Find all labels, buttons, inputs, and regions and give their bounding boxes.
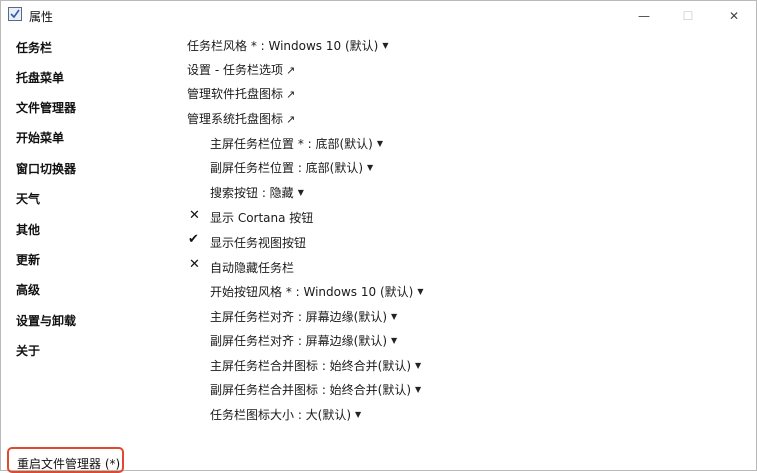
caret-down-icon: ▼	[297, 188, 304, 197]
show-cortana-toggle[interactable]: 显示 Cortana 按钮	[210, 209, 313, 226]
caret-down-icon: ▼	[355, 410, 362, 419]
setting-label: 管理系统托盘图标	[187, 112, 284, 126]
caret-down-icon: ▼	[391, 312, 398, 321]
close-button[interactable]: ✕	[711, 3, 757, 29]
external-link-icon: ↗	[286, 113, 296, 126]
sidebar-item-advanced[interactable]: 高级	[16, 281, 40, 298]
sidebar-item-other[interactable]: 其他	[16, 221, 40, 238]
properties-window: 属性 — ☐ ✕ 任务栏 托盘菜单 文件管理器 开始菜单 窗口切换器 天气 其他…	[0, 0, 757, 473]
caret-down-icon: ▼	[417, 287, 424, 296]
caret-down-icon: ▼	[391, 336, 398, 345]
maximize-button[interactable]: ☐	[665, 3, 711, 29]
setting-label: 主屏任务栏合并图标 : 始终合并(默认)	[210, 359, 412, 373]
restart-file-explorer-button[interactable]: 重启文件管理器 (*)	[7, 447, 124, 473]
primary-taskbar-position-dropdown[interactable]: 主屏任务栏位置 * : 底部(默认) ▼	[210, 135, 383, 152]
setting-label: 搜索按钮 : 隐藏	[210, 186, 294, 200]
setting-label: 主屏任务栏位置 * : 底部(默认)	[210, 137, 373, 151]
taskbar-style-dropdown[interactable]: 任务栏风格 * : Windows 10 (默认) ▼	[187, 37, 388, 54]
secondary-taskbar-position-dropdown[interactable]: 副屏任务栏位置 : 底部(默认) ▼	[210, 159, 373, 176]
start-button-style-dropdown[interactable]: 开始按钮风格 * : Windows 10 (默认) ▼	[210, 283, 423, 300]
secondary-combine-icons-dropdown[interactable]: 副屏任务栏合并图标 : 始终合并(默认) ▼	[210, 381, 421, 398]
search-button-dropdown[interactable]: 搜索按钮 : 隐藏 ▼	[210, 184, 304, 201]
checkmark-icon: ✔	[188, 232, 199, 247]
sidebar-item-file-explorer[interactable]: 文件管理器	[16, 99, 76, 116]
setting-label: 副屏任务栏合并图标 : 始终合并(默认)	[210, 383, 412, 397]
window-title: 属性	[29, 10, 54, 24]
app-icon	[8, 7, 22, 21]
system-tray-icons-link[interactable]: 管理系统托盘图标 ↗	[187, 110, 295, 127]
setting-label: 设置 - 任务栏选项	[187, 63, 283, 77]
title-bar[interactable]: 属性 — ☐ ✕	[1, 1, 757, 31]
caret-down-icon: ▼	[415, 385, 422, 394]
app-tray-icons-link[interactable]: 管理软件托盘图标 ↗	[187, 85, 295, 102]
sidebar-item-about[interactable]: 关于	[16, 342, 40, 359]
cross-mark-icon: ✕	[189, 257, 200, 272]
caret-down-icon: ▼	[415, 361, 422, 370]
setting-label: 开始按钮风格 * : Windows 10 (默认)	[210, 285, 414, 299]
taskbar-icon-size-dropdown[interactable]: 任务栏图标大小 : 大(默认) ▼	[210, 406, 361, 423]
setting-label: 副屏任务栏对齐 : 屏幕边缘(默认)	[210, 334, 388, 348]
caret-down-icon: ▼	[382, 41, 389, 50]
external-link-icon: ↗	[285, 64, 296, 77]
auto-hide-taskbar-toggle[interactable]: 自动隐藏任务栏	[210, 259, 294, 276]
secondary-taskbar-alignment-dropdown[interactable]: 副屏任务栏对齐 : 屏幕边缘(默认) ▼	[210, 332, 397, 349]
setting-label: 管理软件托盘图标	[187, 87, 284, 101]
sidebar-item-start-menu[interactable]: 开始菜单	[16, 129, 64, 146]
show-task-view-toggle[interactable]: 显示任务视图按钮	[210, 234, 306, 251]
setting-label: 任务栏风格 * : Windows 10 (默认)	[187, 39, 379, 53]
caret-down-icon: ▼	[376, 139, 384, 148]
sidebar-item-tray-menu[interactable]: 托盘菜单	[16, 69, 64, 86]
primary-combine-icons-dropdown[interactable]: 主屏任务栏合并图标 : 始终合并(默认) ▼	[210, 357, 421, 374]
sidebar-item-weather[interactable]: 天气	[16, 190, 40, 207]
cross-mark-icon: ✕	[189, 208, 200, 223]
primary-taskbar-alignment-dropdown[interactable]: 主屏任务栏对齐 : 屏幕边缘(默认) ▼	[210, 308, 397, 325]
taskbar-options-link[interactable]: 设置 - 任务栏选项 ↗	[187, 61, 295, 78]
setting-label: 副屏任务栏位置 : 底部(默认)	[210, 161, 364, 175]
caret-down-icon: ▼	[367, 163, 374, 172]
sidebar-item-taskbar[interactable]: 任务栏	[16, 39, 52, 56]
sidebar-item-updates[interactable]: 更新	[16, 251, 40, 268]
setting-label: 主屏任务栏对齐 : 屏幕边缘(默认)	[210, 310, 388, 324]
external-link-icon: ↗	[286, 88, 296, 101]
sidebar-item-window-switcher[interactable]: 窗口切换器	[16, 160, 76, 177]
setting-label: 任务栏图标大小 : 大(默认)	[210, 408, 352, 422]
minimize-button[interactable]: —	[621, 3, 667, 29]
sidebar-item-setup-uninstall[interactable]: 设置与卸载	[16, 312, 76, 329]
